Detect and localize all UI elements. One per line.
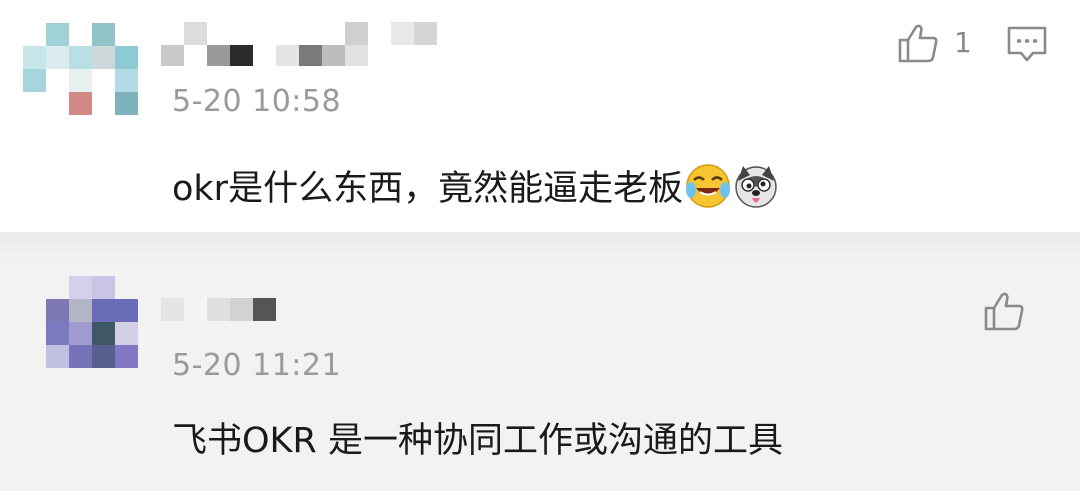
comment-text: okr是什么东西，竟然能逼走老板 [172,160,779,218]
comment-time: 5-20 11:21 [172,348,342,383]
comment-text: 飞书OKR 是一种协同工作或沟通的工具 [172,421,783,461]
comment-time: 5-20 10:58 [172,84,342,119]
comment-text-content: okr是什么东西，竟然能逼走老板 [172,169,684,209]
username[interactable] [161,298,281,323]
reply-button[interactable] [1006,25,1048,65]
avatar[interactable] [46,276,161,368]
husky-dog-emoji [733,163,779,218]
avatar[interactable] [23,23,138,115]
divider [0,232,1080,262]
thumbs-up-icon [984,292,1024,331]
like-button[interactable] [982,289,1026,333]
like-count: 1 [954,26,972,59]
thumbs-up-icon [898,24,938,63]
laughing-tears-emoji [685,163,731,218]
like-button[interactable] [896,21,940,65]
comment-item: 5-20 11:21 飞书OKR 是一种协同工作或沟通的工具 [0,262,1080,491]
comment-item: 5-20 10:58 okr是什么东西，竟然能逼走老板 1 [0,0,1080,232]
username[interactable] [161,22,461,66]
comment-icon [1007,26,1047,62]
